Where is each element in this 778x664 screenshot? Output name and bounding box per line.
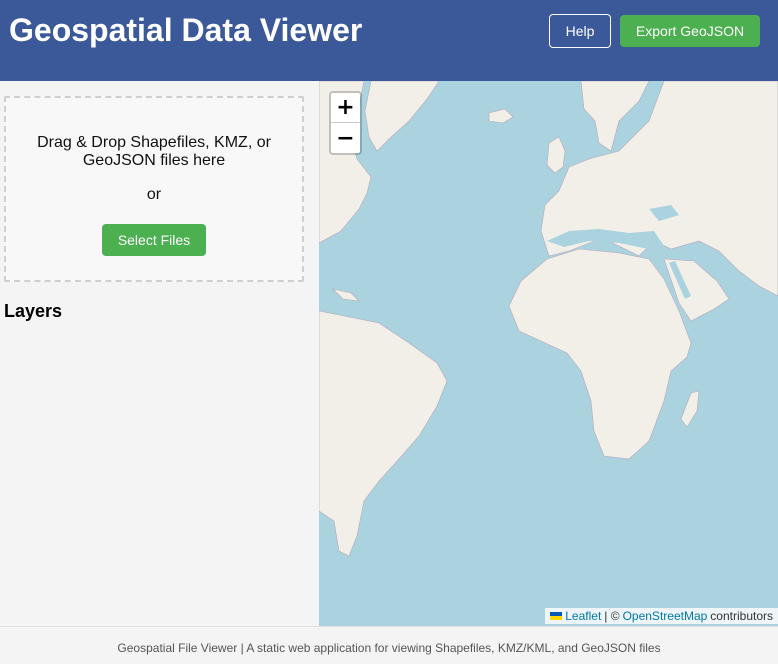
help-button[interactable]: Help — [549, 14, 611, 48]
land-greenland — [364, 81, 440, 152]
land-africa — [508, 248, 692, 460]
footer-text: Geospatial File Viewer | A static web ap… — [117, 641, 661, 655]
app-header: Geospatial Data Viewer Help Export GeoJS… — [0, 0, 778, 81]
map-attribution: Leaflet | © OpenStreetMap contributors — [545, 608, 778, 624]
zoom-in-button[interactable]: + — [331, 93, 360, 123]
file-dropzone[interactable]: Drag & Drop Shapefiles, KMZ, or GeoJSON … — [4, 96, 304, 282]
leaflet-link[interactable]: Leaflet — [565, 609, 601, 623]
land-caribbean — [332, 288, 360, 302]
openstreetmap-link[interactable]: OpenStreetMap — [623, 609, 708, 623]
map-view[interactable]: + − Leaflet | © OpenStreetMap contributo… — [319, 81, 778, 626]
land-iceland — [488, 108, 514, 124]
basemap-tiles — [319, 81, 778, 557]
page-title: Geospatial Data Viewer — [9, 12, 363, 48]
app-footer: Geospatial File Viewer | A static web ap… — [0, 626, 778, 664]
export-geojson-button[interactable]: Export GeoJSON — [620, 15, 760, 47]
ukraine-flag-icon — [550, 612, 563, 620]
attribution-separator: | © — [604, 609, 620, 623]
land-madagascar — [680, 390, 700, 428]
zoom-control: + − — [329, 91, 362, 155]
dropzone-instructions: Drag & Drop Shapefiles, KMZ, or GeoJSON … — [37, 134, 271, 169]
zoom-out-button[interactable]: − — [331, 123, 360, 153]
land-uk — [546, 136, 566, 174]
layers-heading: Layers — [4, 301, 63, 321]
land-south-america — [319, 310, 448, 557]
attribution-contributors: contributors — [710, 609, 773, 623]
select-files-button[interactable]: Select Files — [102, 224, 206, 256]
dropzone-or-text: or — [146, 186, 162, 203]
sidebar: Drag & Drop Shapefiles, KMZ, or GeoJSON … — [0, 81, 319, 626]
